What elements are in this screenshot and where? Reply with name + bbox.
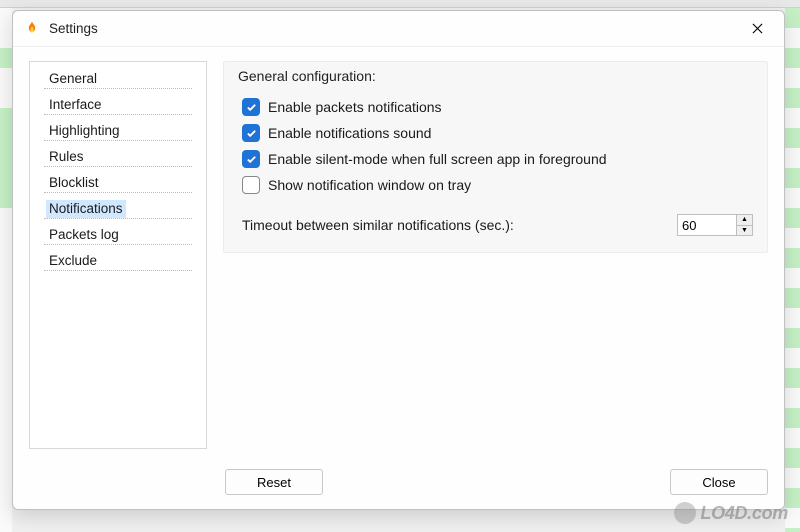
sidebar-item-general[interactable]: General xyxy=(30,66,206,92)
window-title: Settings xyxy=(49,21,740,36)
checkbox-row: Enable notifications sound xyxy=(238,120,753,146)
sidebar-item-highlighting[interactable]: Highlighting xyxy=(30,118,206,144)
settings-panel: General configuration: Enable packets no… xyxy=(223,61,768,449)
sidebar-item-rules[interactable]: Rules xyxy=(30,144,206,170)
checkbox-label: Enable notifications sound xyxy=(268,125,431,141)
sidebar-item-label: General xyxy=(46,70,100,88)
timeout-row: Timeout between similar notifications (s… xyxy=(238,214,753,236)
sidebar-item-label: Blocklist xyxy=(46,174,102,192)
timeout-spinner[interactable]: ▲ ▼ xyxy=(677,214,753,236)
general-configuration-section: General configuration: Enable packets no… xyxy=(223,61,768,253)
sidebar-item-packets-log[interactable]: Packets log xyxy=(30,222,206,248)
sidebar-item-notifications[interactable]: Notifications xyxy=(30,196,206,222)
sidebar-item-label: Packets log xyxy=(46,226,122,244)
sidebar-item-label: Interface xyxy=(46,96,105,114)
globe-icon xyxy=(674,502,696,524)
checkbox[interactable] xyxy=(242,150,260,168)
spinner-down-icon[interactable]: ▼ xyxy=(737,226,752,236)
checkbox[interactable] xyxy=(242,176,260,194)
watermark: LO4D.com xyxy=(674,502,788,524)
checkbox-row: Show notification window on tray xyxy=(238,172,753,198)
reset-button[interactable]: Reset xyxy=(225,469,323,495)
sidebar-item-blocklist[interactable]: Blocklist xyxy=(30,170,206,196)
app-icon xyxy=(23,20,41,38)
sidebar-item-label: Rules xyxy=(46,148,87,166)
checkbox-label: Enable packets notifications xyxy=(268,99,442,115)
timeout-label: Timeout between similar notifications (s… xyxy=(242,217,677,233)
close-icon[interactable] xyxy=(740,15,774,43)
checkbox-label: Enable silent-mode when full screen app … xyxy=(268,151,607,167)
spinner-up-icon[interactable]: ▲ xyxy=(737,215,752,226)
watermark-text: LO4D.com xyxy=(700,503,788,524)
settings-sidebar: General Interface Highlighting Rules Blockli… xyxy=(29,61,207,449)
section-title: General configuration: xyxy=(238,68,753,84)
sidebar-item-label: Highlighting xyxy=(46,122,123,140)
checkbox-row: Enable silent-mode when full screen app … xyxy=(238,146,753,172)
titlebar: Settings xyxy=(13,11,784,47)
sidebar-item-label: Exclude xyxy=(46,252,100,270)
settings-dialog: Settings General Interface Highlighting Rul… xyxy=(12,10,785,510)
checkbox-row: Enable packets notifications xyxy=(238,94,753,120)
checkbox[interactable] xyxy=(242,98,260,116)
close-button[interactable]: Close xyxy=(670,469,768,495)
sidebar-item-label: Notifications xyxy=(46,200,126,218)
dialog-footer: Reset Close xyxy=(13,459,784,509)
checkbox[interactable] xyxy=(242,124,260,142)
sidebar-item-interface[interactable]: Interface xyxy=(30,92,206,118)
sidebar-item-exclude[interactable]: Exclude xyxy=(30,248,206,274)
timeout-input[interactable] xyxy=(678,215,736,235)
checkbox-label: Show notification window on tray xyxy=(268,177,471,193)
